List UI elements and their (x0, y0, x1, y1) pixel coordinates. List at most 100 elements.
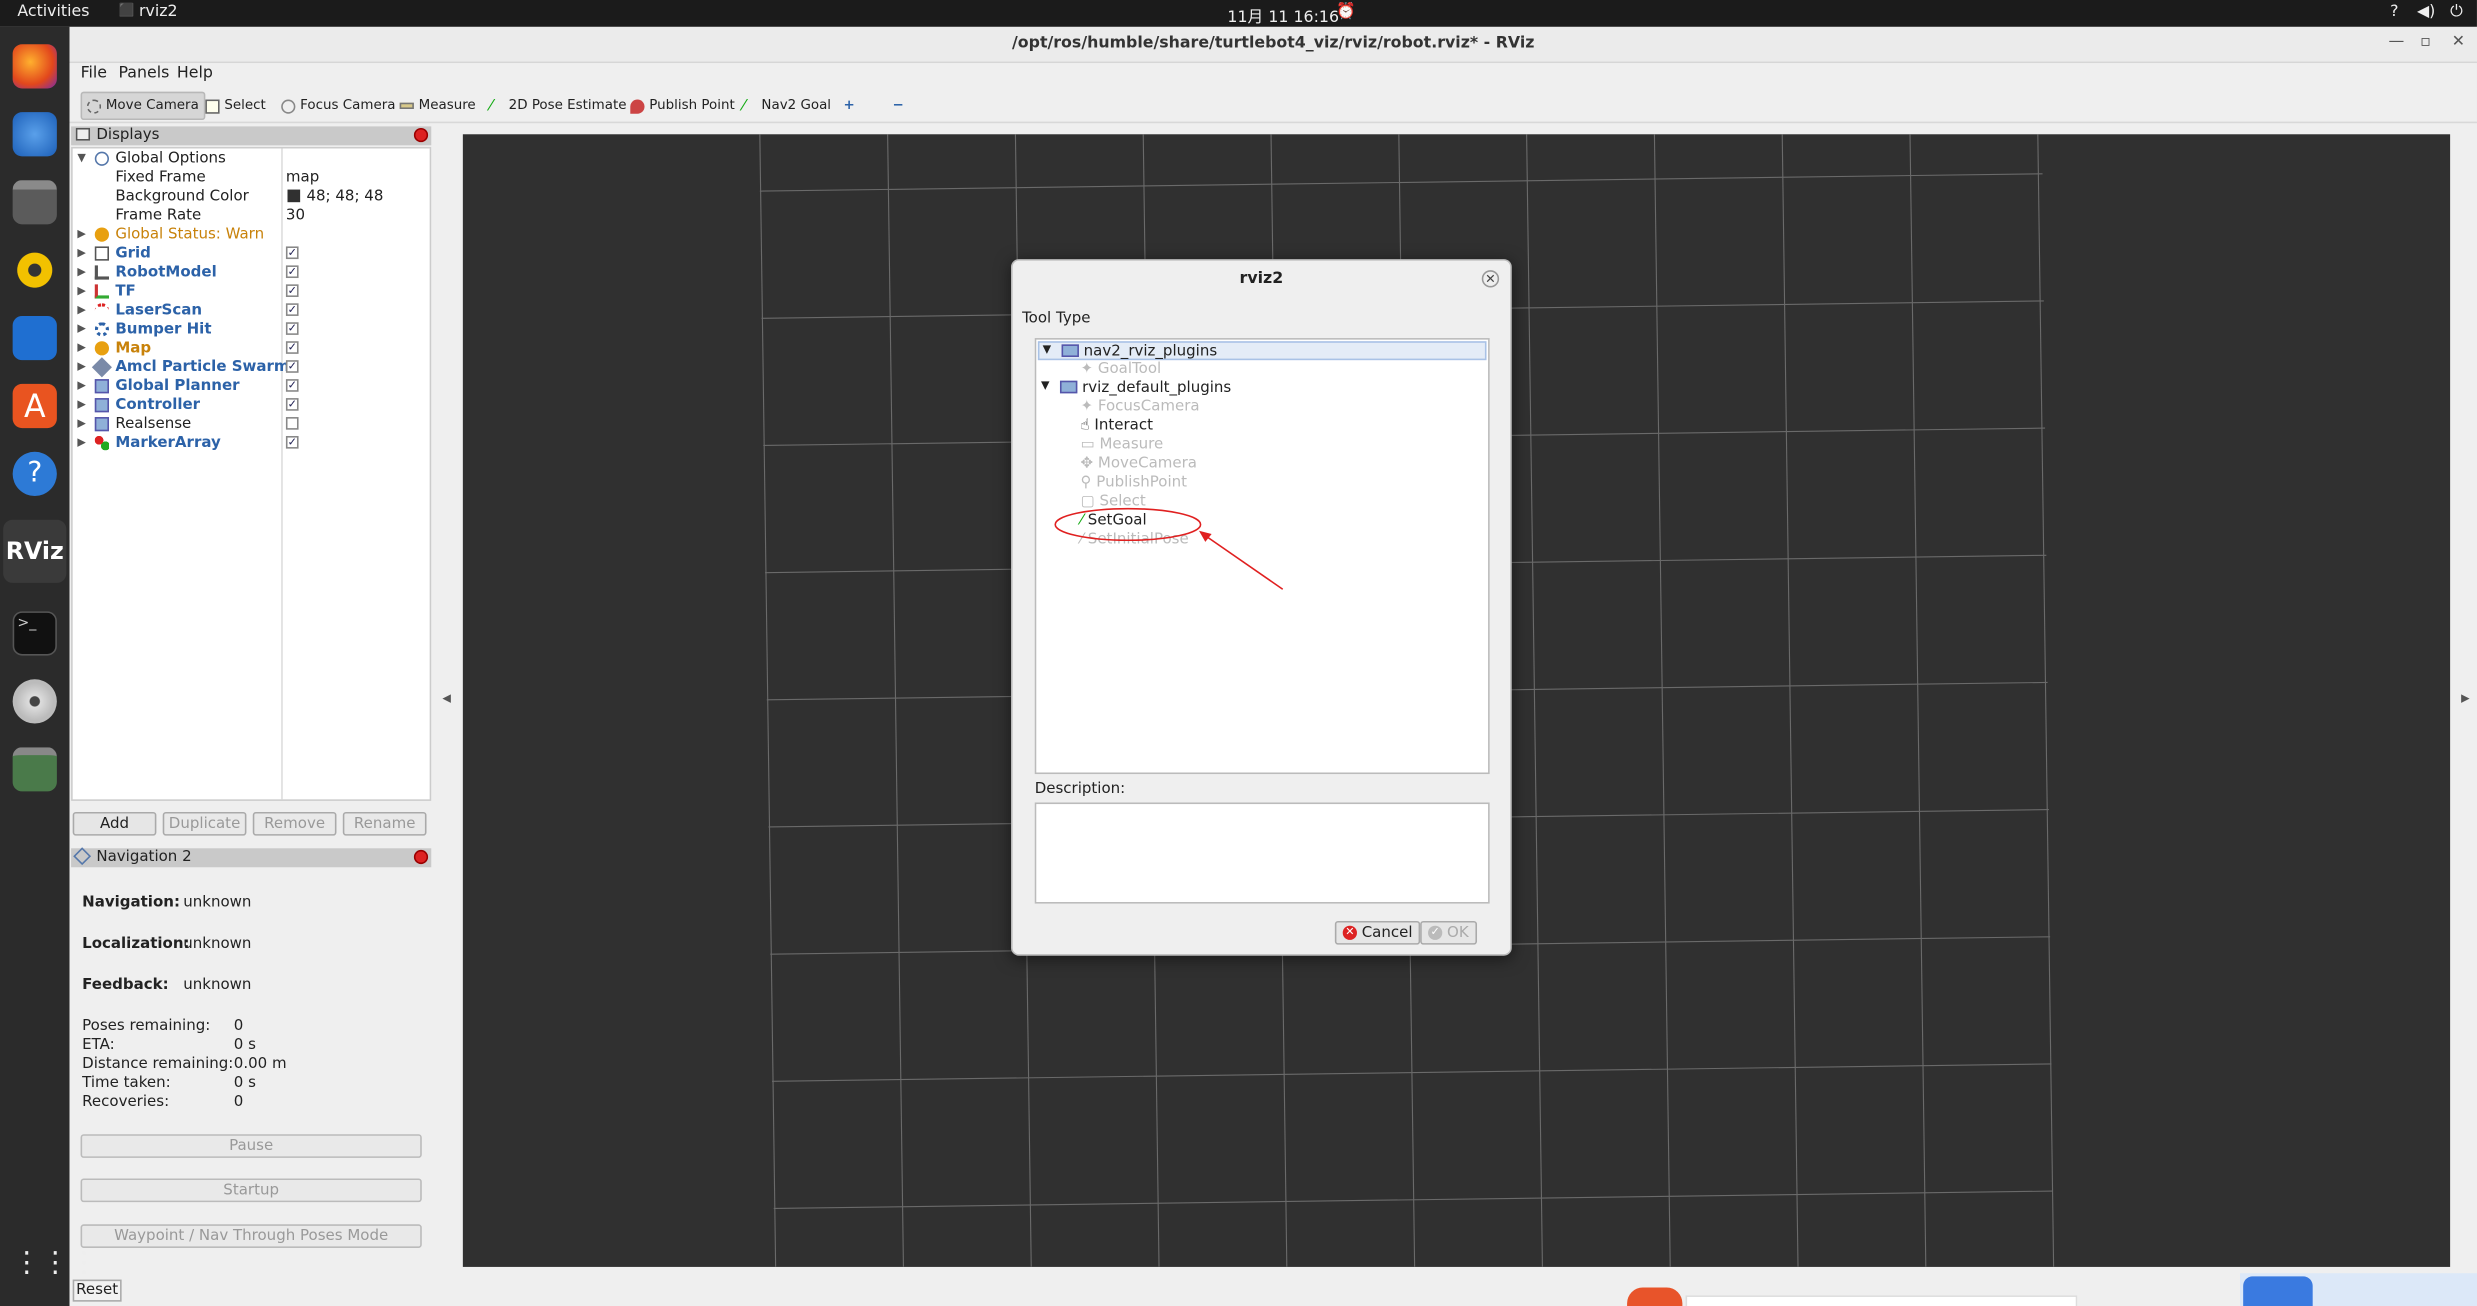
help-icon[interactable]: ? (12, 451, 57, 497)
pose-estimate-tool[interactable]: ⁄ 2D Pose Estimate (485, 92, 631, 120)
display-row-amcl[interactable]: ▶ Amcl Particle Swarm ✓ (73, 357, 430, 378)
menu-help[interactable]: Help (177, 65, 213, 82)
nav2-goal-tool[interactable]: ⁄ Nav2 Goal (738, 92, 836, 120)
startup-button[interactable]: Startup (80, 1178, 422, 1203)
trash-icon[interactable] (12, 747, 57, 792)
publish-point-tool[interactable]: Publish Point (626, 92, 740, 120)
add-tool-plus-icon[interactable]: + (839, 92, 860, 120)
color-swatch[interactable] (287, 189, 301, 203)
notification-icon[interactable] (1627, 1287, 1683, 1306)
reset-button[interactable]: Reset (72, 1279, 122, 1302)
robot-icon (94, 265, 109, 280)
display-row-markerarray[interactable]: ▶ MarkerArray ✓ (73, 434, 430, 453)
clock[interactable]: 11月 11 16:16 (1227, 3, 1339, 26)
tool-bar: Move Camera Select Focus Camera Measure … (69, 88, 2477, 124)
global-options-row[interactable]: ▼ Global Options (73, 150, 430, 169)
measure-tool[interactable]: Measure (395, 92, 481, 120)
network-icon[interactable]: ? (2390, 3, 2398, 20)
rename-button[interactable]: Rename (342, 811, 427, 836)
display-row-laserscan[interactable]: ▶ LaserScan ✓ (73, 302, 430, 321)
display-checkbox[interactable]: ✓ (285, 379, 299, 392)
splitter-right-arrow-icon[interactable]: ▶ (2461, 692, 2470, 705)
waypoint-mode-button[interactable]: Waypoint / Nav Through Poses Mode (80, 1224, 422, 1248)
add-display-button[interactable]: Add (72, 811, 157, 836)
rviz-dock-icon[interactable]: RViz (3, 519, 67, 583)
collapse-arrow-icon[interactable]: ▼ (77, 152, 86, 165)
close-nav2-icon[interactable] (413, 849, 429, 865)
localization-status: unknown (183, 935, 252, 953)
nav2-icon (73, 847, 92, 866)
close-icon[interactable]: ✕ (2452, 33, 2465, 50)
software-icon[interactable]: A (12, 383, 57, 429)
writer-icon[interactable] (12, 315, 57, 361)
disc-icon[interactable] (12, 679, 57, 724)
display-checkbox[interactable]: ✓ (285, 284, 299, 297)
location-icon[interactable] (2243, 1276, 2313, 1306)
thunderbird-icon[interactable] (12, 112, 57, 157)
warning-icon (94, 227, 109, 242)
frame-rate-row[interactable]: Frame Rate 30 (73, 207, 430, 226)
menu-panels[interactable]: Panels (118, 65, 169, 82)
fixed-frame-row[interactable]: Fixed Frame map (73, 169, 430, 188)
expand-arrow-icon[interactable]: ▶ (77, 227, 86, 240)
expand-arrow-icon[interactable]: ▶ (77, 341, 86, 354)
display-row-tf[interactable]: ▶ TF ✓ (73, 283, 430, 302)
app-grid-icon[interactable]: ⋮⋮⋮ (13, 1246, 98, 1290)
duplicate-button[interactable]: Duplicate (162, 811, 247, 836)
firefox-icon[interactable] (12, 44, 57, 89)
expand-arrow-icon[interactable]: ▶ (77, 417, 86, 430)
display-checkbox[interactable] (285, 417, 299, 430)
rhythmbox-icon[interactable] (12, 248, 57, 293)
remove-button[interactable]: Remove (252, 811, 337, 836)
close-displays-icon[interactable] (413, 127, 429, 143)
expand-arrow-icon[interactable]: ▶ (77, 360, 86, 373)
display-checkbox[interactable]: ✓ (285, 246, 299, 260)
display-checkbox[interactable]: ✓ (285, 435, 299, 449)
fixed-frame-value[interactable]: map (286, 169, 319, 186)
expand-arrow-icon[interactable]: ▶ (77, 246, 86, 259)
display-row-bumper[interactable]: ▶ Bumper Hit ✓ (73, 321, 430, 340)
background-color-row[interactable]: Background Color 48; 48; 48 (73, 188, 430, 207)
display-checkbox[interactable]: ✓ (285, 398, 299, 411)
expand-arrow-icon[interactable]: ▶ (77, 436, 86, 449)
files-icon[interactable] (12, 180, 57, 225)
expand-arrow-icon[interactable]: ▶ (77, 284, 86, 297)
display-row-map[interactable]: ▶ Map ✓ (73, 340, 430, 359)
display-checkbox[interactable]: ✓ (285, 303, 299, 316)
notification-popup[interactable] (1685, 1295, 2078, 1306)
focus-camera-tool[interactable]: Focus Camera (276, 92, 400, 120)
display-checkbox[interactable]: ✓ (285, 341, 299, 354)
display-row-global-planner[interactable]: ▶ Global Planner ✓ (73, 378, 430, 397)
global-status-row[interactable]: ▶ Global Status: Warn (73, 226, 430, 245)
window-titlebar[interactable]: /opt/ros/humble/share/turtlebot4_viz/rvi… (69, 26, 2477, 64)
dialog-close-icon[interactable]: ✕ (1481, 270, 1500, 288)
alarm-icon: ⏰ (1336, 3, 1357, 21)
volume-icon[interactable]: ◀) (2417, 3, 2435, 20)
expand-arrow-icon[interactable]: ▶ (77, 379, 86, 392)
display-checkbox[interactable]: ✓ (285, 360, 299, 373)
select-tool[interactable]: Select (201, 92, 271, 120)
splitter-left-arrow-icon[interactable]: ◀ (442, 692, 451, 705)
expand-arrow-icon[interactable]: ▶ (77, 265, 86, 278)
power-icon[interactable]: ⏻ (2450, 3, 2463, 20)
display-row-controller[interactable]: ▶ Controller ✓ (73, 397, 430, 416)
display-checkbox[interactable]: ✓ (285, 265, 299, 279)
expand-arrow-icon[interactable]: ▶ (77, 398, 86, 411)
pause-button[interactable]: Pause (80, 1134, 422, 1158)
app-menu[interactable]: rviz2 (139, 3, 178, 20)
maximize-icon[interactable]: ▫ (2420, 33, 2431, 50)
display-checkbox[interactable]: ✓ (285, 322, 299, 335)
activities-button[interactable]: Activities (17, 3, 89, 20)
terminal-icon[interactable]: >_ (12, 611, 57, 656)
ok-button[interactable]: ✓ OK (1420, 920, 1477, 945)
display-row-realsense[interactable]: ▶ Realsense (73, 415, 430, 434)
display-row-robotmodel[interactable]: ▶ RobotModel ✓ (73, 264, 430, 283)
expand-arrow-icon[interactable]: ▶ (77, 303, 86, 316)
minimize-icon[interactable]: — (2389, 33, 2405, 50)
cancel-button[interactable]: ✕ Cancel (1334, 920, 1421, 945)
remove-tool-minus-icon[interactable]: − (888, 92, 909, 120)
expand-arrow-icon[interactable]: ▶ (77, 322, 86, 335)
display-row-grid[interactable]: ▶ Grid ✓ (73, 245, 430, 264)
menu-file[interactable]: File (81, 65, 107, 82)
move-camera-tool[interactable]: Move Camera (80, 91, 206, 121)
